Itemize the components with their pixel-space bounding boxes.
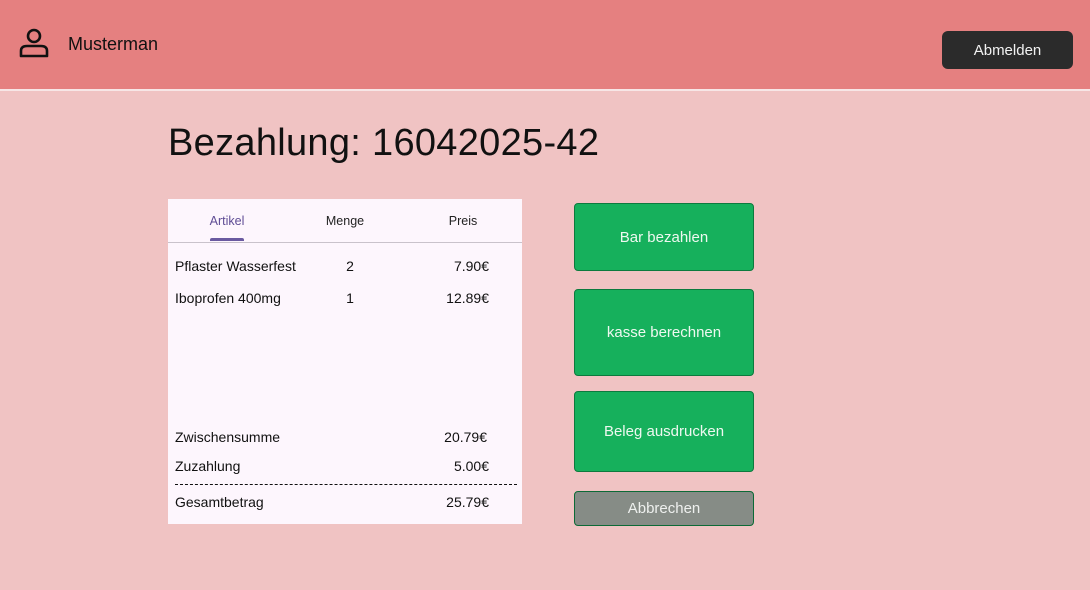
total-row: Gesamtbetrag 25.79€ xyxy=(175,494,515,514)
item-qty: 1 xyxy=(346,290,354,306)
user-name: Musterman xyxy=(68,34,159,54)
logout-button[interactable]: Abmelden xyxy=(942,31,1073,69)
receipt-tabs: Artikel Menge Preis xyxy=(168,199,522,243)
total-value: 25.79€ xyxy=(446,494,489,510)
list-item: Pflaster Wasserfest 2 7.90€ xyxy=(175,258,515,278)
tab-artikel[interactable]: Artikel xyxy=(168,199,286,243)
item-name: Pflaster Wasserfest xyxy=(175,258,296,274)
item-qty: 2 xyxy=(346,258,354,274)
copay-value: 5.00€ xyxy=(453,458,489,474)
total-label: Gesamtbetrag xyxy=(175,494,264,510)
receipt-card: Artikel Menge Preis Pflaster Wasserfest … xyxy=(168,199,522,524)
subtotal-label: Zwischensumme xyxy=(175,429,281,445)
tab-preis[interactable]: Preis xyxy=(404,199,522,243)
pay-cash-button[interactable]: Bar bezahlen xyxy=(574,203,754,271)
active-tab-indicator xyxy=(210,238,244,241)
tab-menge[interactable]: Menge xyxy=(286,199,404,243)
copay-row: Zuzahlung 5.00€ xyxy=(175,458,515,478)
list-item: Iboprofen 400mg 1 12.89€ xyxy=(175,290,515,310)
copay-label: Zuzahlung xyxy=(175,458,241,474)
cancel-button[interactable]: Abbrechen xyxy=(574,491,754,526)
total-divider xyxy=(175,484,517,485)
subtotal-row: Zwischensumme 20.79€ xyxy=(175,429,515,449)
print-receipt-button[interactable]: Beleg ausdrucken xyxy=(574,391,754,472)
item-name: Iboprofen 400mg xyxy=(175,290,281,306)
user-icon xyxy=(17,27,51,61)
item-price: 7.90€ xyxy=(453,258,489,274)
calculate-register-button[interactable]: kasse berechnen xyxy=(574,289,754,376)
subtotal-value: 20.79€ xyxy=(444,429,487,445)
top-bar: Musterman Abmelden xyxy=(0,0,1090,91)
item-price: 12.89€ xyxy=(446,290,489,306)
page-title: Bezahlung: 16042025-42 xyxy=(168,122,600,164)
